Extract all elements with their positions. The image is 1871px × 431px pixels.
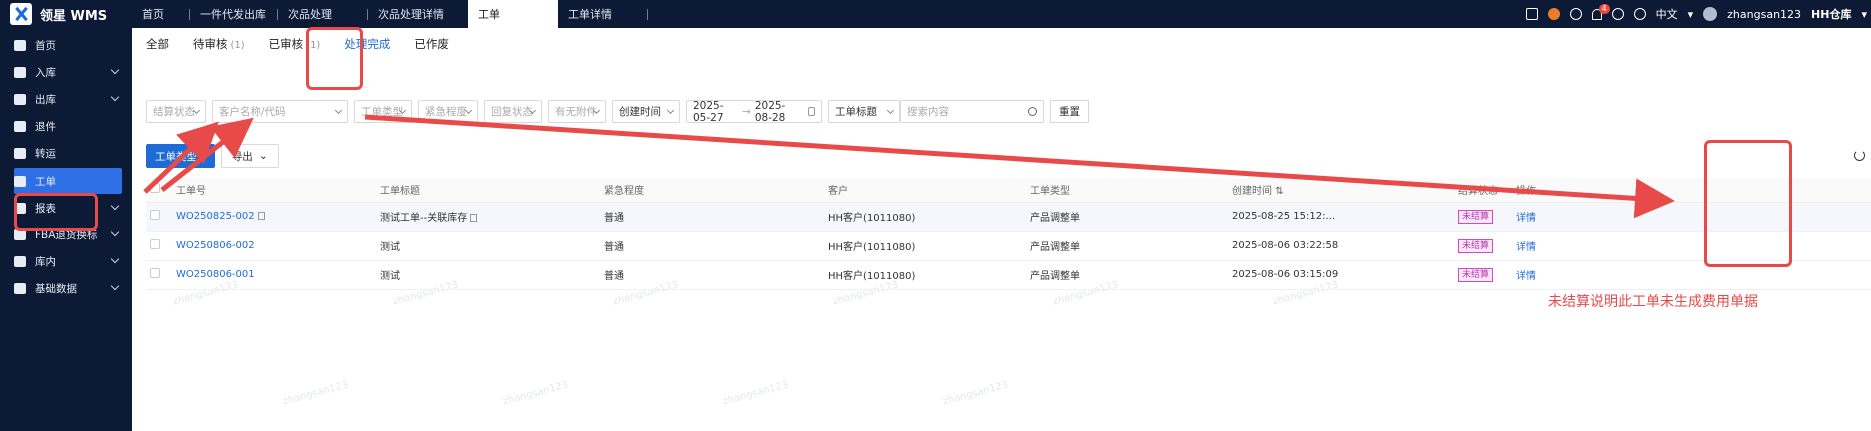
- annotation-arrows: [143, 114, 1675, 219]
- arrow-to-status: [364, 114, 1675, 219]
- annotation-note: 未结算说明此工单未生成费用单据: [1548, 294, 1758, 310]
